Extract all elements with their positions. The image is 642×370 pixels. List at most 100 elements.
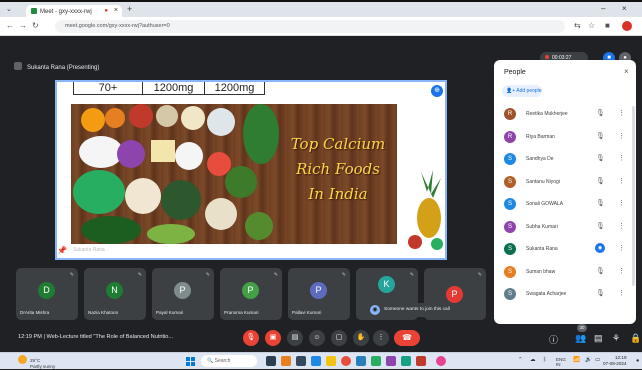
- participant-tile[interactable]: ✎ P Pranoma Kumari: [220, 268, 282, 320]
- close-tab-icon[interactable]: ×: [114, 7, 118, 14]
- host-controls-icon[interactable]: 🔒: [630, 333, 641, 344]
- meeting-details-icon[interactable]: ⓘ: [549, 333, 558, 346]
- chrome-profile-icon[interactable]: [436, 356, 446, 366]
- participant-tile[interactable]: ✎ P Pallavi Kumari: [288, 268, 350, 320]
- participant-row[interactable]: S Subha Kumari 🎙 ⋮: [504, 219, 632, 242]
- battery-icon[interactable]: ▭: [595, 357, 600, 363]
- more-options-icon[interactable]: ⋮: [618, 244, 625, 252]
- back-icon[interactable]: ←: [6, 21, 14, 30]
- participant-tile[interactable]: ✎ P Payal Kumari: [152, 268, 214, 320]
- more-options-icon[interactable]: ⋮: [618, 132, 625, 140]
- chat-icon[interactable]: ▤: [594, 333, 603, 344]
- raise-hand-button[interactable]: ✋: [353, 330, 369, 346]
- tab-search-icon[interactable]: ⌄: [6, 5, 12, 13]
- tile-name: Payal Kumari: [156, 310, 184, 315]
- taskbar-clock[interactable]: 12:19 07-08-2024: [603, 355, 627, 367]
- language-indicator[interactable]: ENG IN: [556, 357, 566, 367]
- present-button[interactable]: ▢: [331, 330, 347, 346]
- people-panel: People × 👤+ Add people R Reetika Mukherj…: [494, 60, 636, 324]
- slide-title: Top Calcium Rich Foods In India: [283, 132, 393, 207]
- windows-start-icon[interactable]: [186, 357, 195, 366]
- mic-toggle-button[interactable]: 🎙: [243, 330, 259, 346]
- forward-icon[interactable]: →: [19, 21, 27, 30]
- close-panel-icon[interactable]: ×: [624, 67, 629, 76]
- reload-icon[interactable]: ↻: [32, 21, 39, 30]
- participant-row[interactable]: S Santanu Niyogi 🎙 ⋮: [504, 174, 632, 197]
- tray-chevron-icon[interactable]: ⌃: [518, 357, 523, 363]
- new-tab-button[interactable]: +: [127, 4, 132, 14]
- file-explorer-icon[interactable]: [326, 356, 336, 366]
- minimize-window-button[interactable]: –: [601, 4, 605, 13]
- participant-tile[interactable]: ✎ N Nazia Khatoon: [84, 268, 146, 320]
- camera-toggle-button[interactable]: ▣: [265, 330, 281, 346]
- more-options-icon[interactable]: ⋮: [618, 289, 625, 297]
- tile-avatar: P: [446, 286, 463, 303]
- taskbar-search[interactable]: 🔍 Search: [201, 355, 257, 367]
- participant-avatar: S: [504, 153, 516, 165]
- bookmark-star-icon[interactable]: ☆: [588, 21, 595, 30]
- edge-icon[interactable]: [311, 356, 321, 366]
- more-options-icon[interactable]: ⋮: [618, 199, 625, 207]
- participant-tile[interactable]: ✎ D DrArita Mishra: [16, 268, 78, 320]
- chrome-icon[interactable]: [341, 356, 351, 366]
- clock-time: 12:19: [615, 355, 627, 360]
- profile-avatar[interactable]: [622, 21, 632, 31]
- mic-off-icon: 🎙: [596, 155, 605, 162]
- volume-icon[interactable]: 🔊: [585, 357, 592, 363]
- wifi-icon[interactable]: 📶: [573, 357, 580, 363]
- more-options-icon[interactable]: ⋮: [618, 154, 625, 162]
- address-bar[interactable]: meet.google.com/gxy-xxxx-rwj?authuser=0: [55, 20, 565, 33]
- more-options-icon[interactable]: ⋮: [618, 267, 625, 275]
- more-options-icon[interactable]: ⋮: [618, 177, 625, 185]
- store-icon[interactable]: [356, 356, 366, 366]
- participant-row[interactable]: S Swagata Acharjee 🎙 ⋮: [504, 286, 632, 309]
- toast-text: Someone wants to join this call: [384, 307, 450, 312]
- photos-icon[interactable]: [401, 356, 411, 366]
- participant-row[interactable]: S Sonali GOWALA 🎙 ⋮: [504, 196, 632, 219]
- captions-button[interactable]: ▤: [287, 330, 303, 346]
- bluetooth-icon[interactable]: ᛒ: [543, 357, 546, 363]
- participant-row[interactable]: S Suman bhaw 🎙 ⋮: [504, 264, 632, 287]
- onedrive-icon[interactable]: ☁: [530, 357, 536, 363]
- participant-row[interactable]: R Reetika Mukherjee 🎙 ⋮: [504, 106, 632, 129]
- add-people-button[interactable]: 👤+ Add people: [502, 85, 542, 97]
- emoji-button[interactable]: ☺: [309, 330, 325, 346]
- participant-row[interactable]: R Riya Barman 🎙 ⋮: [504, 129, 632, 152]
- meeting-control-bar: 12:19 PM | Web-Lecture titled "The Role …: [0, 324, 642, 352]
- teams-icon[interactable]: [386, 356, 396, 366]
- slide-title-line: Top Calcium: [290, 135, 386, 153]
- more-options-button[interactable]: ⋮: [373, 330, 389, 346]
- mic-off-icon: 🎙: [596, 222, 605, 230]
- activities-icon[interactable]: ⚘: [612, 333, 620, 344]
- task-view-icon[interactable]: [266, 356, 276, 366]
- excel-icon[interactable]: [371, 356, 381, 366]
- pineapple-image: [408, 170, 443, 250]
- slide-title-line: In India: [308, 185, 368, 203]
- notification-icon[interactable]: ●: [636, 358, 639, 364]
- widgets-icon[interactable]: [281, 356, 291, 366]
- extensions-icon[interactable]: ■: [605, 21, 610, 30]
- mic-off-icon: ✎: [477, 272, 482, 278]
- more-options-icon[interactable]: ⋮: [618, 222, 625, 230]
- participant-row[interactable]: S Sukanta Rana ◉ ⋮: [504, 241, 632, 264]
- weather-widget[interactable]: 29°C Partly sunny: [18, 355, 55, 370]
- pin-icon[interactable]: 📌: [57, 246, 67, 255]
- vegetables-illustration: [73, 104, 279, 244]
- close-window-button[interactable]: ×: [622, 4, 627, 13]
- meeting-info: 12:19 PM | Web-Lecture titled "The Role …: [18, 334, 174, 340]
- app-icon[interactable]: [416, 356, 426, 366]
- end-call-button[interactable]: ☎: [394, 330, 420, 346]
- tile-avatar: P: [310, 282, 327, 299]
- more-options-icon[interactable]: ⋮: [618, 109, 625, 117]
- participant-list: R Reetika Mukherjee 🎙 ⋮ R Riya Barman 🎙 ⋮ …: [504, 106, 632, 309]
- people-icon[interactable]: 👥: [575, 333, 586, 344]
- participant-row[interactable]: S Sandhya De 🎙 ⋮: [504, 151, 632, 174]
- join-request-toast[interactable]: ◉ Someone wants to join this call: [366, 303, 484, 317]
- tile-avatar: P: [174, 282, 191, 299]
- participant-list-scrollbar[interactable]: [632, 106, 635, 286]
- expand-icon[interactable]: ⊕: [431, 85, 443, 97]
- translate-icon[interactable]: ⇆: [574, 21, 581, 30]
- participant-avatar: S: [504, 220, 516, 233]
- chat-app-icon[interactable]: [296, 356, 306, 366]
- mic-off-icon: ✎: [341, 272, 346, 278]
